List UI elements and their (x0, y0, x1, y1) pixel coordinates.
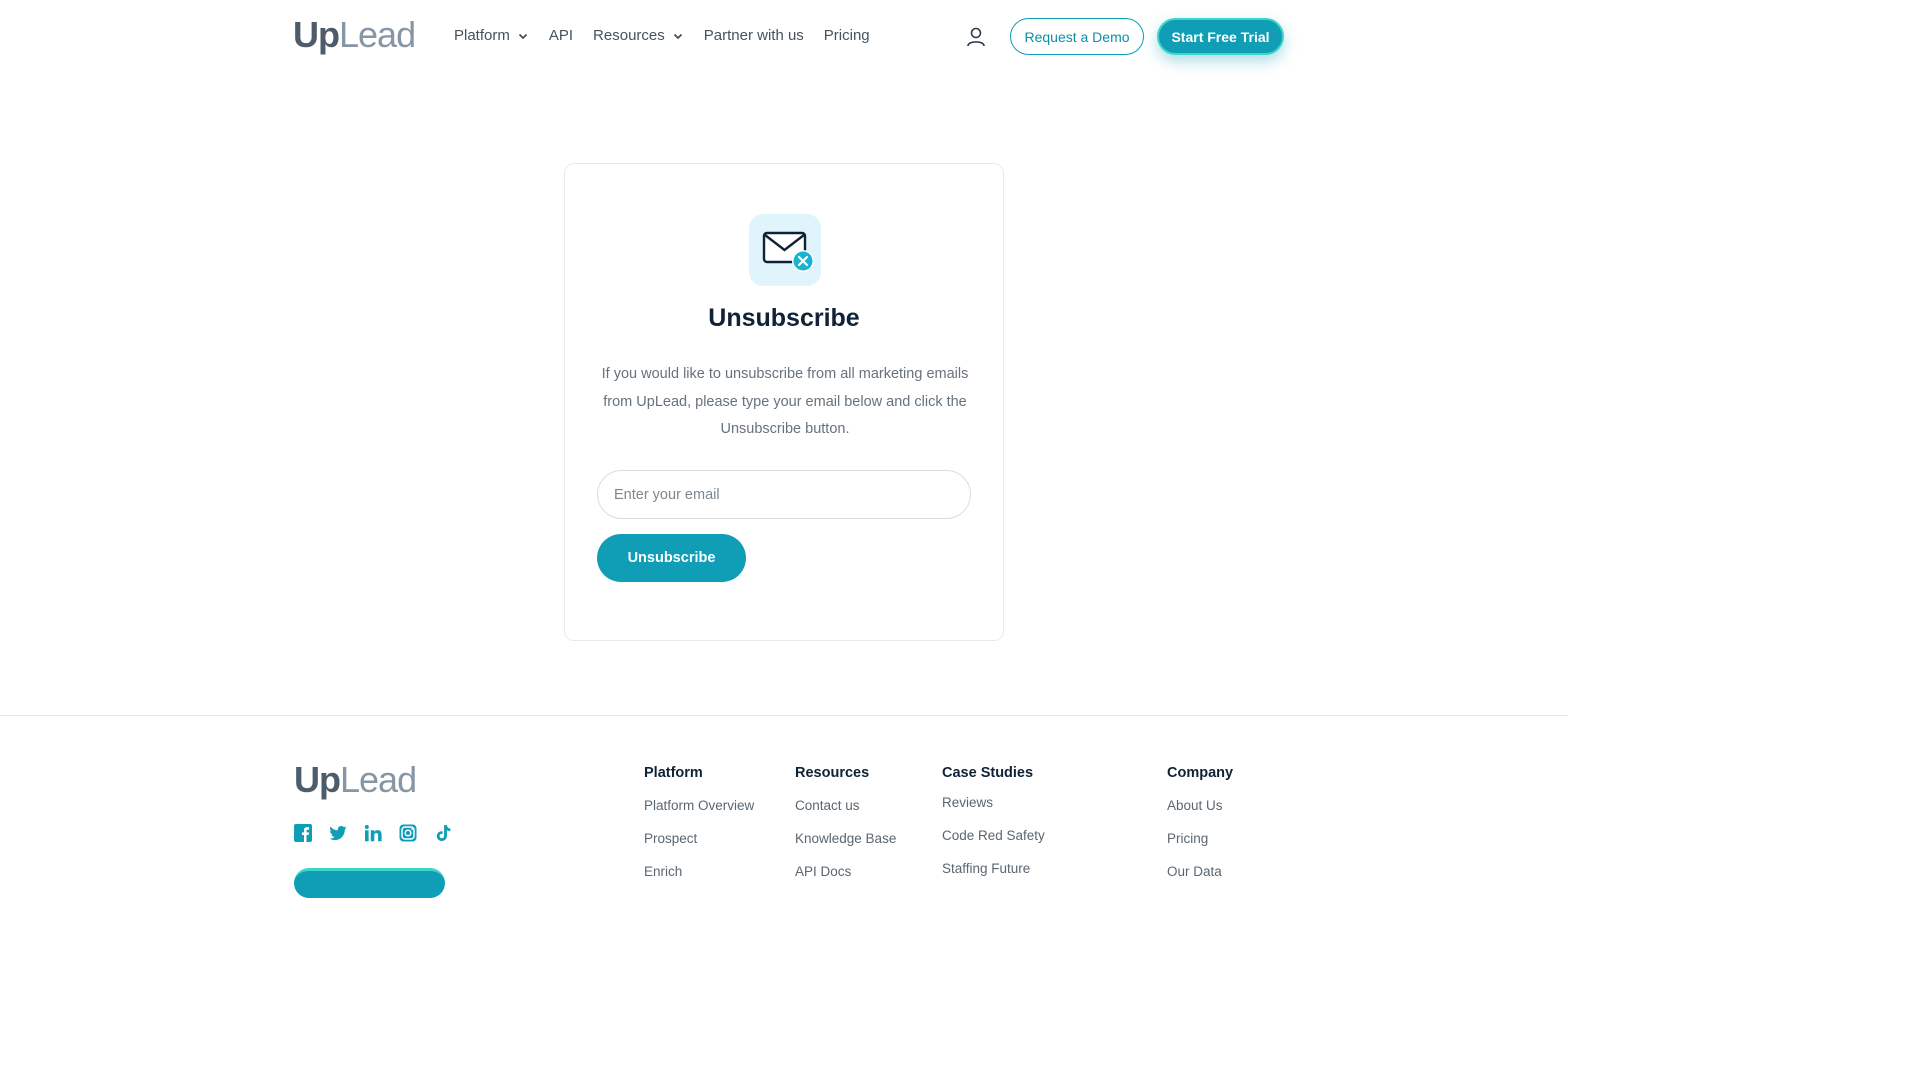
footer-link[interactable]: Reviews (942, 793, 1045, 826)
footer-link[interactable]: Enrich (644, 862, 754, 895)
logo-lead-text: Lead (339, 14, 416, 55)
nav-item-pricing[interactable]: Pricing (824, 27, 870, 44)
logo-up-text: Up (293, 14, 340, 55)
footer-link[interactable]: Prospect (644, 829, 754, 862)
nav-label: Partner with us (703, 27, 804, 44)
unsubscribe-card: Unsubscribe If you would like to unsubsc… (564, 163, 1004, 641)
footer-logo[interactable]: UpLead (294, 759, 417, 800)
nav-label: API (548, 27, 574, 44)
mail-badge (749, 214, 821, 286)
footer-link[interactable]: Contact us (795, 796, 896, 829)
footer-link[interactable]: About Us (1167, 796, 1233, 829)
footer-link[interactable]: Staffing Future (942, 859, 1045, 892)
logo-lead-text: Lead (340, 759, 417, 800)
start-free-trial-button[interactable]: Start Free Trial (1157, 18, 1284, 55)
request-demo-button[interactable]: Request a Demo (1010, 18, 1144, 55)
nav-item-resources[interactable]: Resources (593, 27, 684, 44)
footer-link[interactable]: Platform Overview (644, 796, 754, 829)
nav-item-partner[interactable]: Partner with us (704, 27, 804, 44)
footer-column-company: Company About Us Pricing Our Data (1167, 765, 1233, 895)
social-links (294, 824, 469, 842)
footer-column-title: Company (1167, 765, 1234, 781)
footer-column-case-studies: Case Studies Reviews Code Red Safety Sta… (942, 765, 1045, 892)
footer-link[interactable]: Our Data (1167, 862, 1233, 895)
chevron-down-icon (673, 33, 682, 39)
linkedin-icon[interactable] (364, 824, 382, 842)
footer-column-resources: Resources Contact us Knowledge Base API … (795, 765, 896, 895)
page-title: Unsubscribe (708, 304, 860, 332)
footer-column-title: Platform (644, 765, 703, 781)
unsubscribe-button[interactable]: Unsubscribe (597, 534, 746, 582)
unsubscribe-description: If you would like to unsubscribe from al… (601, 366, 969, 437)
email-field[interactable] (597, 470, 971, 519)
footer-column-title: Case Studies (942, 765, 1034, 781)
chevron-down-icon (518, 33, 527, 39)
nav-label: Platform (454, 27, 510, 44)
nav-label: Resources (593, 27, 665, 44)
footer-cta-button[interactable] (294, 868, 445, 898)
uplead-logo[interactable]: UpLead (293, 14, 416, 55)
user-icon[interactable] (965, 26, 987, 48)
footer-link[interactable]: Code Red Safety (942, 826, 1045, 859)
facebook-icon[interactable] (294, 824, 312, 842)
footer-link[interactable]: Knowledge Base (795, 829, 896, 862)
footer-link[interactable]: Pricing (1167, 829, 1233, 862)
instagram-icon[interactable] (399, 824, 417, 842)
nav-item-platform[interactable]: Platform (454, 27, 529, 44)
twitter-icon[interactable] (329, 824, 347, 842)
nav-label: Pricing (823, 27, 870, 44)
nav-item-api[interactable]: API (549, 27, 573, 44)
mail-unsubscribe-icon (762, 231, 814, 272)
main-nav: Platform API Resources Partner with us P… (454, 27, 890, 44)
footer-column-title: Resources (795, 765, 870, 781)
footer-link[interactable]: API Docs (795, 862, 896, 895)
logo-up-text: Up (294, 759, 341, 800)
tiktok-icon[interactable] (434, 824, 452, 842)
footer-divider (0, 715, 1568, 716)
footer-column-platform: Platform Platform Overview Prospect Enri… (644, 765, 754, 895)
